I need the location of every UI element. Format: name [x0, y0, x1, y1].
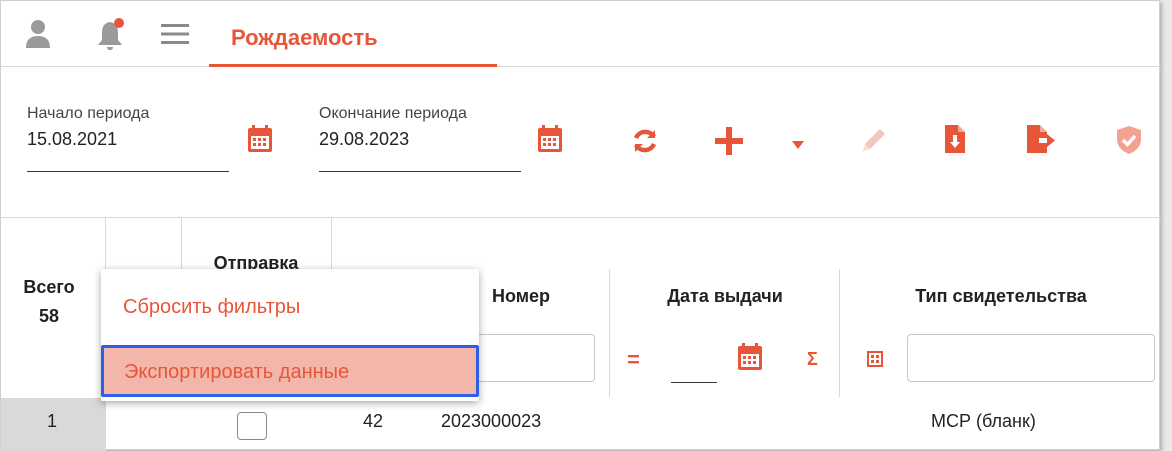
column-header-certificate-type[interactable]: Тип свидетельства [853, 286, 1149, 307]
calendar-icon[interactable] [737, 343, 763, 376]
reset-filters-menu-item[interactable]: Сбросить фильтры [101, 289, 479, 325]
column-divider [839, 269, 840, 397]
tab-births[interactable]: Рождаемость [209, 1, 497, 67]
period-end-underline [319, 171, 521, 172]
date-filter-input[interactable] [671, 382, 717, 383]
period-end-field[interactable]: Окончание периода 29.08.2023 [319, 105, 525, 172]
calendar-icon[interactable] [247, 125, 273, 158]
total-count: 58 [38, 306, 60, 326]
top-bar: Рождаемость [1, 1, 1161, 67]
table-header-border [1, 217, 1161, 218]
period-end-label: Окончание периода [319, 105, 467, 122]
context-menu: Сбросить фильтры Экспортировать данные [101, 269, 479, 401]
edit-icon [859, 125, 889, 160]
column-header-number[interactable]: Номер [479, 286, 563, 307]
user-icon[interactable] [25, 19, 51, 54]
certificate-type-filter-input[interactable] [907, 334, 1155, 382]
grid-filter-icon[interactable] [867, 351, 883, 372]
app-window: Рождаемость Начало периода 15.08.2021 Ок… [0, 0, 1161, 451]
export-file-icon[interactable] [1025, 123, 1057, 160]
send-checkbox[interactable] [237, 412, 267, 440]
period-start-field[interactable]: Начало периода 15.08.2021 [27, 105, 233, 172]
download-file-icon[interactable] [943, 123, 967, 160]
row-count: 42 [363, 411, 384, 431]
column-divider [609, 269, 610, 397]
period-start-underline [27, 171, 229, 172]
period-start-label: Начало периода [27, 105, 150, 122]
shield-check-icon [1115, 125, 1143, 160]
period-start-value[interactable]: 15.08.2021 [27, 129, 233, 150]
add-icon[interactable] [713, 125, 745, 162]
period-end-value[interactable]: 29.08.2023 [319, 129, 525, 150]
row-certificate-type: МСР (бланк) [931, 411, 1036, 431]
export-data-menu-item[interactable]: Экспортировать данные [101, 345, 479, 397]
column-divider [181, 217, 182, 269]
dropdown-arrow-icon[interactable] [791, 137, 805, 155]
column-header-issue-date[interactable]: Дата выдачи [621, 286, 829, 307]
tab-label: Рождаемость [231, 25, 378, 50]
total-label: Всего [23, 277, 75, 297]
refresh-icon[interactable] [631, 127, 659, 160]
column-divider [331, 217, 332, 269]
calendar-icon[interactable] [537, 125, 563, 158]
equals-operator[interactable]: = [627, 347, 640, 373]
bell-icon[interactable] [93, 17, 127, 56]
row-index: 1 [47, 411, 58, 431]
row-number: 2023000023 [441, 411, 542, 431]
menu-icon[interactable] [161, 23, 189, 50]
column-header-total: Всего 58 [17, 277, 81, 327]
sigma-icon[interactable]: Σ [807, 349, 818, 370]
